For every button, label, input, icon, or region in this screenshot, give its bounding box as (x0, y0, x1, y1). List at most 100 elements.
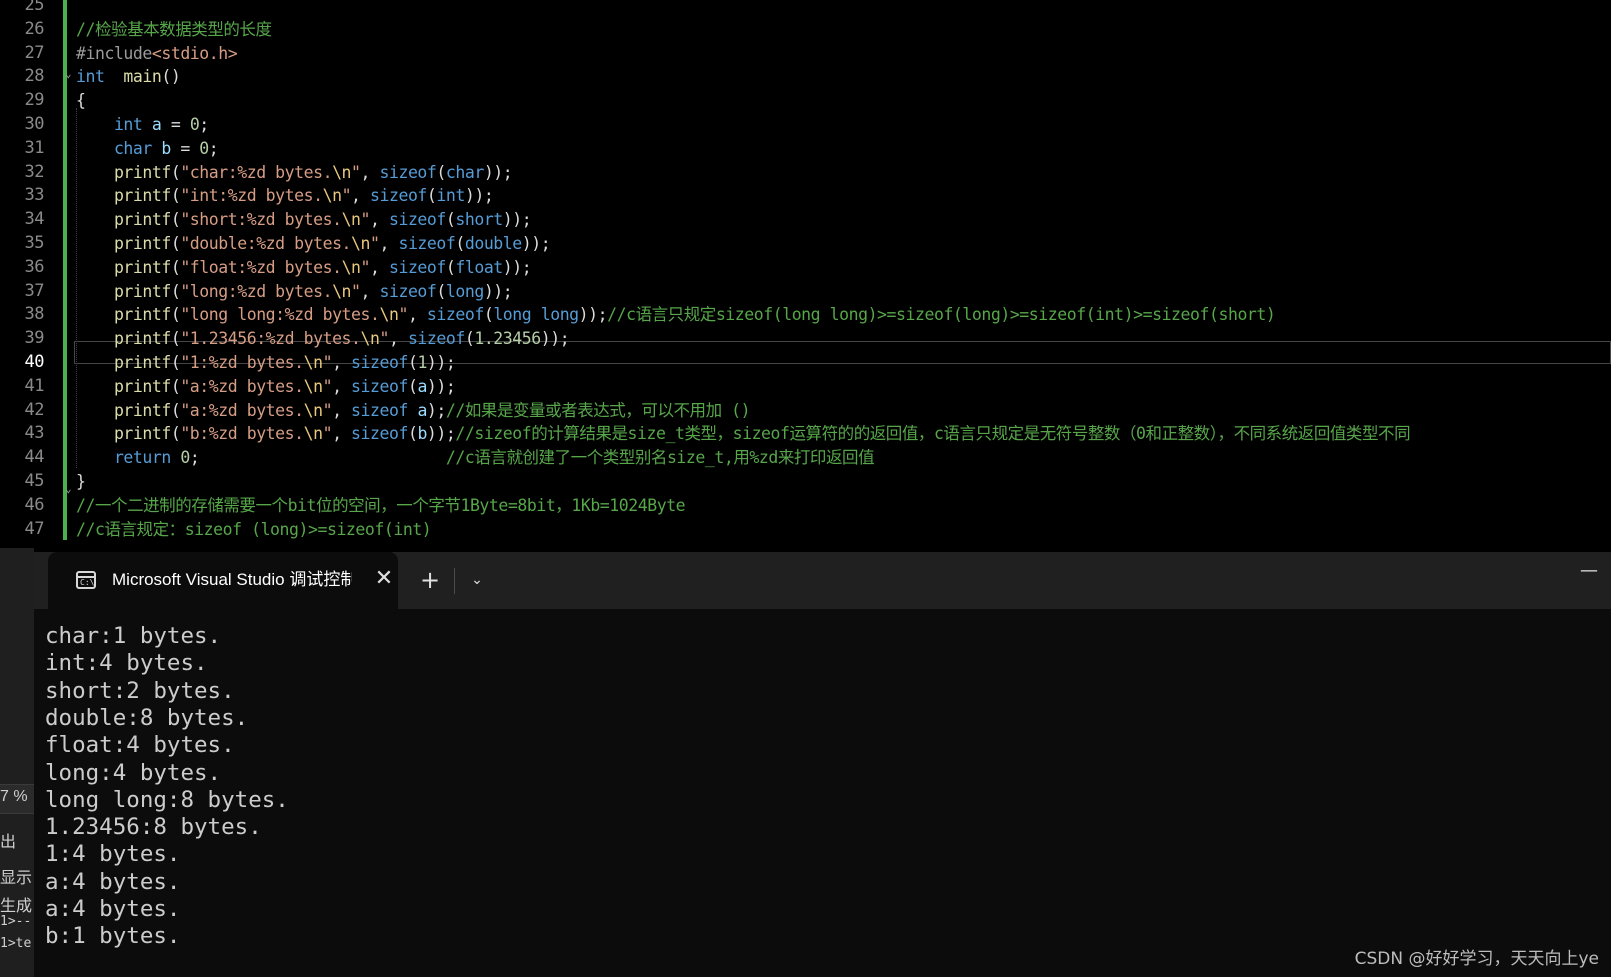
code-token: ( (170, 186, 181, 206)
code-line[interactable]: printf("long long:%zd bytes.\n", sizeof(… (76, 303, 1276, 327)
debug-console-window[interactable]: C:\ Microsoft Visual Studio 调试控制台 ✕ + ⌄ … (34, 552, 1611, 977)
code-token: " (322, 400, 333, 420)
code-token: )); (483, 162, 513, 182)
code-line[interactable]: } (76, 470, 86, 494)
line-number: 27 (24, 42, 45, 63)
code-token: 0 (180, 448, 190, 468)
new-tab-button[interactable]: + (414, 564, 446, 596)
line-number: 28 (24, 66, 45, 87)
code-token: sizeof (407, 329, 465, 349)
code-token: double (464, 234, 522, 253)
code-token: printf (113, 162, 171, 182)
code-line[interactable]: printf("int:%zd bytes.\n", sizeof(int)); (76, 184, 494, 208)
line-number: 39 (24, 328, 45, 349)
code-token: char (445, 162, 484, 182)
console-output-line: short:2 bytes. (45, 677, 235, 704)
line-number: 35 (24, 233, 45, 253)
code-token: #include (76, 43, 152, 63)
code-token: sizeof (351, 376, 408, 396)
code-line[interactable]: printf("short:%zd bytes.\n", sizeof(shor… (76, 208, 532, 232)
code-token: "long long:%zd bytes. (180, 305, 380, 325)
code-line[interactable]: printf("double:%zd bytes.\n", sizeof(dou… (76, 232, 551, 256)
code-token: ( (436, 281, 446, 301)
code-line[interactable]: printf("1.23456:%zd bytes.\n", sizeof(1.… (76, 327, 570, 351)
line-number: 33 (24, 185, 45, 206)
line-number: 32 (24, 161, 45, 182)
code-line[interactable]: #include<stdio.h> (76, 42, 238, 66)
code-token: int (436, 186, 465, 206)
code-token: , (332, 376, 352, 396)
code-token: , (351, 186, 371, 206)
code-token: "char:%zd bytes. (180, 162, 333, 182)
code-line[interactable]: char b = 0; (76, 137, 219, 161)
code-line[interactable]: printf("a:%zd bytes.\n", sizeof a);//如果是… (76, 399, 751, 423)
code-token: ( (170, 257, 181, 277)
minimize-button[interactable]: — (1569, 558, 1609, 588)
console-output-line: 1.23456:8 bytes. (45, 814, 262, 841)
code-token: "1:%zd bytes. (180, 353, 304, 372)
code-token: //c语言规定：sizeof (long)>=sizeof(int) (76, 519, 432, 539)
code-line[interactable]: int a = 0; (76, 113, 209, 137)
code-token: 0 (199, 138, 209, 158)
code-token: ( (170, 353, 181, 372)
line-number: 45 (24, 471, 45, 491)
code-token: " (360, 210, 371, 230)
code-token: " (322, 424, 333, 444)
chevron-down-icon[interactable]: ⌄ (462, 564, 492, 596)
code-token: sizeof (426, 305, 484, 325)
code-line[interactable]: //检验基本数据类型的长度 (76, 18, 272, 42)
code-token: printf (113, 329, 171, 349)
code-line[interactable]: //一个二进制的存储需要一个bit位的空间，一个字节1Byte=8bit，1Kb… (76, 494, 686, 518)
close-tab-icon[interactable]: ✕ (368, 563, 400, 595)
code-token: "1.23456:%zd bytes. (180, 329, 361, 349)
code-line[interactable]: //c语言规定：sizeof (long)>=sizeof(int) (76, 518, 432, 542)
code-line[interactable]: printf("1:%zd bytes.\n", sizeof(1)); (76, 351, 456, 375)
code-line[interactable]: printf("a:%zd bytes.\n", sizeof(a)); (76, 375, 456, 399)
code-token: , (332, 353, 352, 372)
code-token: //sizeof的计算结果是size_t类型，sizeof运算符的的返回值，c语… (455, 424, 1411, 444)
code-token: = (161, 115, 190, 134)
fold-toggle-icon[interactable]: ⌄ (65, 482, 72, 495)
code-line[interactable]: printf("b:%zd bytes.\n", sizeof(b));//si… (76, 422, 1411, 446)
console-output-line: 1:4 bytes. (45, 841, 181, 868)
code-token: printf (113, 305, 171, 325)
code-token: return (113, 448, 171, 468)
code-token: () (161, 67, 181, 87)
code-token: )); (521, 234, 551, 253)
code-line[interactable]: int main() (76, 65, 181, 89)
console-tab[interactable]: C:\ Microsoft Visual Studio 调试控制台 ✕ (48, 552, 398, 609)
output-label-fragment: 出 (0, 834, 17, 851)
screen: 25 26 27 28 29 30 31 32 33 34 35 36 37 38 39 40 41 42 43 44… (0, 0, 1611, 977)
code-line[interactable]: return 0; //c语言就创建了一个类型别名size_t,用%zd来打印返… (76, 446, 875, 470)
code-token: main (123, 67, 162, 87)
code-token: int (76, 67, 105, 87)
code-token: , (407, 305, 427, 325)
fold-toggle-icon[interactable]: ⌄ (65, 67, 72, 80)
code-editor[interactable]: 25 26 27 28 29 30 31 32 33 34 35 36 37 38 39 40 41 42 43 44… (0, 0, 1611, 548)
console-titlebar[interactable]: C:\ Microsoft Visual Studio 调试控制台 ✕ + ⌄ … (34, 552, 1611, 609)
code-line[interactable]: { (76, 89, 86, 113)
code-line[interactable]: printf("long:%zd bytes.\n", sizeof(long)… (76, 280, 513, 304)
code-token: " (398, 305, 408, 325)
code-token: float (455, 257, 503, 277)
output-panel-strip: 7 % 出 显示 生成 1>-- 1>te (0, 548, 34, 977)
zoom-level-fragment: 7 % (0, 788, 28, 805)
console-output[interactable]: char:1 bytes. int:4 bytes. short:2 bytes. d… (34, 609, 1611, 977)
code-line[interactable]: printf("char:%zd bytes.\n", sizeof(char)… (76, 161, 513, 185)
code-token: " (341, 186, 352, 206)
code-token: printf (113, 210, 171, 230)
code-token: char (113, 138, 152, 158)
code-token: "a:%zd bytes. (180, 376, 304, 396)
code-token: sizeof (370, 186, 427, 206)
code-line[interactable]: printf("float:%zd bytes.\n", sizeof(floa… (76, 256, 532, 280)
code-text-area[interactable]: //检验基本数据类型的长度 #include<stdio.h> int main()… (76, 0, 1611, 548)
code-token: //c语言就创建了一个类型别名size_t,用%zd来打印返回值 (445, 448, 875, 468)
